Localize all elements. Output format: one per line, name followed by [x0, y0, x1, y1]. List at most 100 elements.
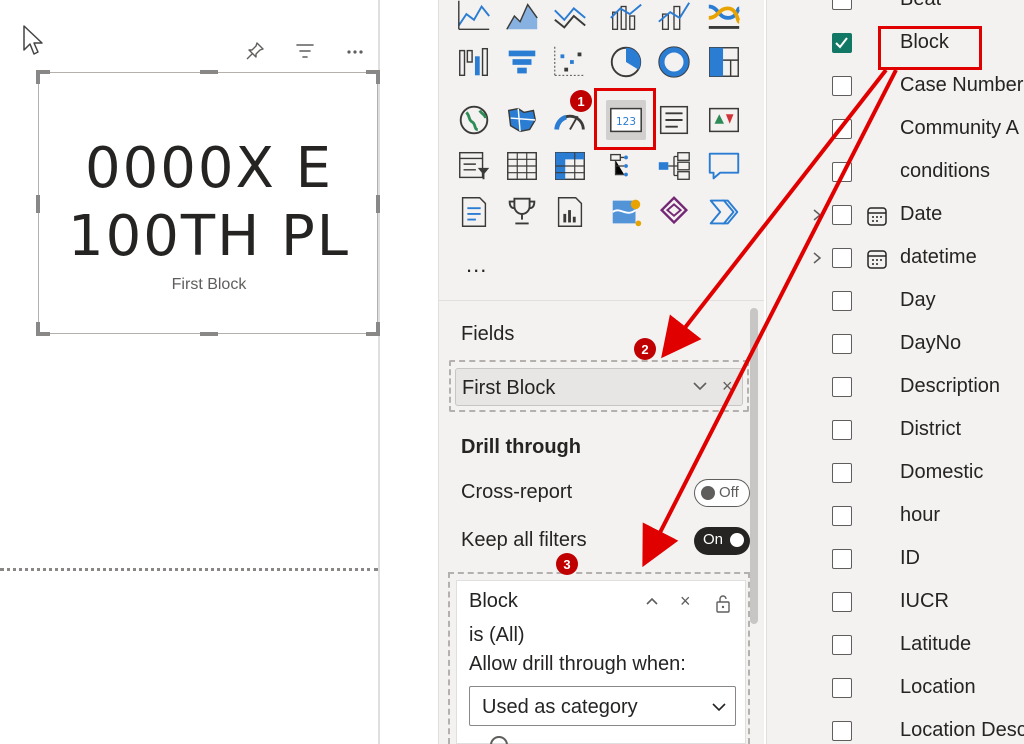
- remove-field-icon[interactable]: ×: [722, 376, 733, 397]
- field-name: IUCR: [900, 590, 949, 612]
- field-checkbox[interactable]: [832, 635, 852, 655]
- pane-scrollbar[interactable]: [750, 308, 758, 624]
- field-checkbox[interactable]: [832, 291, 852, 311]
- goals-icon[interactable]: [502, 192, 542, 232]
- field-row[interactable]: Day: [766, 280, 1024, 323]
- field-name: Day: [900, 289, 936, 311]
- field-row[interactable]: Community A: [766, 108, 1024, 151]
- scatter-chart-icon[interactable]: [550, 42, 590, 82]
- field-row[interactable]: hour: [766, 495, 1024, 538]
- field-row[interactable]: Beat: [766, 0, 1024, 22]
- power-apps-icon[interactable]: [654, 192, 694, 232]
- chevron-right-icon[interactable]: [810, 205, 824, 225]
- donut-chart-icon[interactable]: [654, 42, 694, 82]
- chevron-down-icon[interactable]: [688, 374, 712, 398]
- block-field-highlight: [878, 26, 982, 70]
- toggle-knob: [730, 533, 744, 547]
- lock-icon[interactable]: [714, 592, 732, 614]
- funnel-chart-icon[interactable]: [502, 42, 542, 82]
- kpi-icon[interactable]: [704, 100, 744, 140]
- power-automate-icon[interactable]: [704, 192, 744, 232]
- field-row[interactable]: ID: [766, 538, 1024, 581]
- mouse-cursor-icon: [23, 25, 43, 55]
- smart-narrative-icon[interactable]: [454, 192, 494, 232]
- map-icon[interactable]: [454, 100, 494, 140]
- more-visuals-button[interactable]: ...: [466, 252, 487, 278]
- field-checkbox[interactable]: [832, 721, 852, 741]
- ribbon-chart-icon[interactable]: [704, 0, 744, 36]
- filled-map-icon[interactable]: [502, 100, 542, 140]
- field-checkbox[interactable]: [832, 549, 852, 569]
- field-row[interactable]: DayNo: [766, 323, 1024, 366]
- stacked-area-chart-icon[interactable]: [550, 0, 590, 36]
- chevron-right-icon[interactable]: [810, 248, 824, 268]
- field-row[interactable]: Location Desc: [766, 710, 1024, 744]
- pie-chart-icon[interactable]: [606, 42, 646, 82]
- matrix-icon[interactable]: [550, 146, 590, 186]
- field-checkbox[interactable]: [832, 76, 852, 96]
- resize-handle[interactable]: [200, 70, 218, 74]
- filter-summary: is (All): [469, 624, 525, 646]
- field-name: hour: [900, 504, 941, 526]
- field-pill-label: First Block: [462, 377, 556, 399]
- field-row[interactable]: Case Number: [766, 65, 1024, 108]
- multi-row-card-icon[interactable]: [654, 100, 694, 140]
- annotation-badge-1: 1: [570, 90, 592, 112]
- resize-handle[interactable]: [36, 70, 40, 84]
- pin-icon[interactable]: [242, 38, 268, 64]
- calendar-icon: [867, 207, 887, 226]
- field-row[interactable]: conditions: [766, 151, 1024, 194]
- field-checkbox[interactable]: [832, 463, 852, 483]
- field-checkbox[interactable]: [832, 592, 852, 612]
- card-visual[interactable]: 0000X E 100TH PL First Block: [36, 70, 380, 336]
- chevron-down-icon[interactable]: [708, 696, 730, 718]
- field-row[interactable]: Date: [766, 194, 1024, 237]
- field-checkbox[interactable]: [832, 162, 852, 182]
- field-name: DayNo: [900, 332, 962, 354]
- field-row[interactable]: IUCR: [766, 581, 1024, 624]
- more-options-icon[interactable]: [342, 38, 368, 64]
- paginated-report-icon[interactable]: [550, 192, 590, 232]
- waterfall-chart-icon[interactable]: [454, 42, 494, 82]
- fields-well-title: Fields: [461, 323, 515, 345]
- resize-handle[interactable]: [376, 70, 380, 84]
- field-row[interactable]: Description: [766, 366, 1024, 409]
- field-row[interactable]: District: [766, 409, 1024, 452]
- field-checkbox[interactable]: [832, 33, 852, 53]
- area-chart-icon[interactable]: [502, 0, 542, 36]
- field-name: Location Desc: [900, 719, 1024, 741]
- resize-handle[interactable]: [36, 322, 40, 336]
- field-checkbox[interactable]: [832, 506, 852, 526]
- field-checkbox[interactable]: [832, 420, 852, 440]
- field-row[interactable]: datetime: [766, 237, 1024, 280]
- key-influencers-icon[interactable]: [654, 146, 694, 186]
- table-icon[interactable]: [502, 146, 542, 186]
- keep-all-filters-toggle[interactable]: On: [694, 527, 750, 555]
- resize-handle[interactable]: [200, 332, 218, 336]
- filter-icon[interactable]: [292, 38, 318, 64]
- line-stacked-column-icon[interactable]: [654, 0, 694, 36]
- line-clustered-column-icon[interactable]: [606, 0, 646, 36]
- azure-map-icon[interactable]: [606, 192, 646, 232]
- field-checkbox[interactable]: [832, 377, 852, 397]
- field-checkbox[interactable]: [832, 248, 852, 268]
- line-chart-icon[interactable]: [454, 0, 494, 36]
- resize-handle[interactable]: [376, 322, 380, 336]
- treemap-icon[interactable]: [704, 42, 744, 82]
- slicer-icon[interactable]: [454, 146, 494, 186]
- field-row[interactable]: Domestic: [766, 452, 1024, 495]
- field-checkbox[interactable]: [832, 205, 852, 225]
- field-checkbox[interactable]: [832, 678, 852, 698]
- field-checkbox[interactable]: [832, 334, 852, 354]
- calendar-icon: [867, 250, 887, 269]
- field-checkbox[interactable]: [832, 0, 852, 10]
- qa-icon[interactable]: [704, 146, 744, 186]
- field-row[interactable]: Location: [766, 667, 1024, 710]
- card-category-label: First Block: [171, 276, 247, 293]
- field-checkbox[interactable]: [832, 119, 852, 139]
- decomposition-tree-icon[interactable]: [606, 146, 646, 186]
- clear-filter-icon[interactable]: ×: [680, 591, 691, 612]
- cross-report-toggle[interactable]: Off: [694, 479, 750, 507]
- chevron-up-icon[interactable]: [642, 592, 662, 612]
- field-row[interactable]: Latitude: [766, 624, 1024, 667]
